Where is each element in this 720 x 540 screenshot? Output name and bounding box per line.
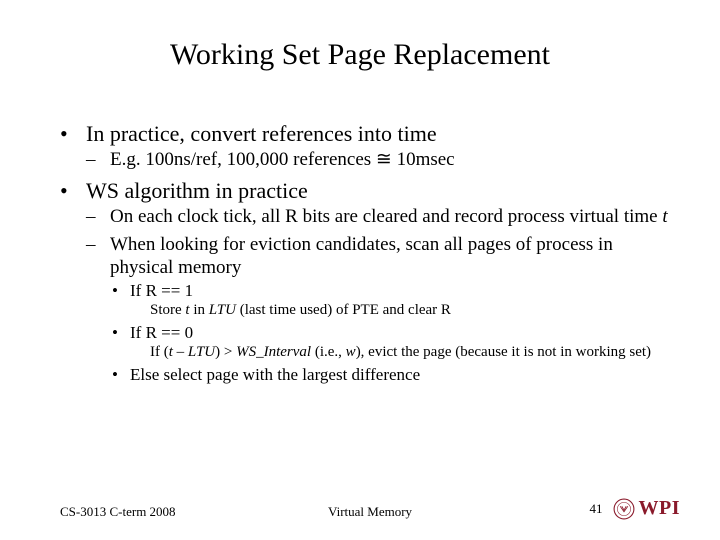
bullet-l3-item: If R == 1 Store t in LTU (last time used… (110, 280, 680, 320)
bullet-l1-item: In practice, convert references into tim… (60, 120, 680, 171)
bullet-l4-item: Store t in LTU (last time used) of PTE a… (130, 301, 680, 320)
bullet-text: If R == 0 (130, 323, 193, 342)
bullet-text: (i.e., (311, 344, 346, 360)
var-t: t (662, 206, 667, 227)
bullet-text: ), evict the page (because it is not in … (356, 344, 651, 360)
page-number: 41 (590, 501, 603, 517)
bullet-list-level4: If (t – LTU) > WS_Interval (i.e., w), ev… (130, 343, 680, 362)
bullet-l2-item: On each clock tick, all R bits are clear… (86, 205, 680, 229)
bullet-text: (last time used) of PTE and clear R (236, 302, 451, 318)
bullet-text: On each clock tick, all R bits are clear… (110, 206, 662, 227)
bullet-l2-item: E.g. 100ns/ref, 100,000 references ≅ 10m… (86, 148, 680, 172)
bullet-text: in (190, 302, 209, 318)
bullet-text: Store (150, 302, 185, 318)
footer-center: Virtual Memory (60, 504, 680, 520)
bullet-list-level2: On each clock tick, all R bits are clear… (86, 205, 680, 386)
slide-body: In practice, convert references into tim… (60, 120, 680, 391)
bullet-text: In practice, convert references into tim… (86, 121, 437, 146)
bullet-text: When looking for eviction candidates, sc… (110, 234, 613, 279)
bullet-list-level1: In practice, convert references into tim… (60, 120, 680, 385)
slide: Working Set Page Replacement In practice… (0, 0, 720, 540)
footer-right: 41 WPI (590, 497, 681, 520)
bullet-l1-item: WS algorithm in practice On each clock t… (60, 177, 680, 385)
bullet-l4-item: If (t – LTU) > WS_Interval (i.e., w), ev… (130, 343, 680, 362)
seal-icon (613, 498, 635, 520)
bullet-text: If R == 1 (130, 281, 193, 300)
bullet-text: If ( (150, 344, 169, 360)
bullet-text: Else select page with the largest differ… (130, 365, 420, 384)
bullet-l3-item: Else select page with the largest differ… (110, 364, 680, 385)
wpi-logo: WPI (613, 497, 681, 520)
slide-footer: CS-3013 C-term 2008 Virtual Memory 41 WP… (60, 496, 680, 520)
bullet-text: WS algorithm in practice (86, 178, 308, 203)
slide-title: Working Set Page Replacement (0, 38, 720, 72)
bullet-l3-item: If R == 0 If (t – LTU) > WS_Interval (i.… (110, 322, 680, 362)
var-ws-interval: WS_Interval (236, 344, 311, 360)
bullet-l2-item: When looking for eviction candidates, sc… (86, 233, 680, 386)
var-diff: t – LTU (169, 344, 215, 360)
wpi-text: WPI (639, 497, 681, 520)
bullet-list-level2: E.g. 100ns/ref, 100,000 references ≅ 10m… (86, 148, 680, 172)
bullet-list-level4: Store t in LTU (last time used) of PTE a… (130, 301, 680, 320)
bullet-list-level3: If R == 1 Store t in LTU (last time used… (110, 280, 680, 385)
bullet-text: ) > (215, 344, 236, 360)
bullet-text: E.g. 100ns/ref, 100,000 references ≅ 10m… (110, 149, 455, 170)
var-ltu: LTU (209, 302, 236, 318)
var-w: w (346, 344, 356, 360)
